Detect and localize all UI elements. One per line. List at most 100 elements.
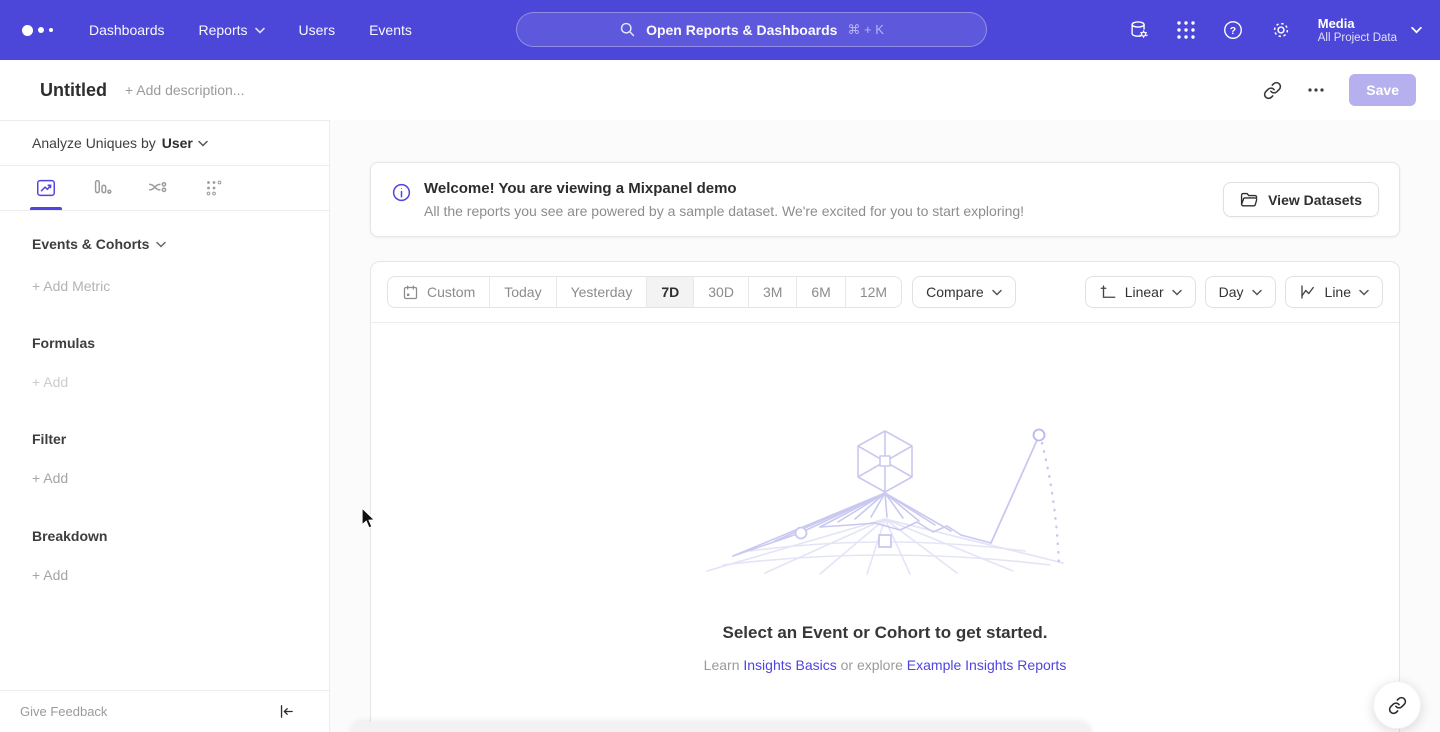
nav-item-dashboards[interactable]: Dashboards bbox=[89, 22, 165, 38]
range-12m[interactable]: 12M bbox=[845, 277, 901, 307]
more-options-icon[interactable] bbox=[1299, 73, 1333, 107]
settings-gear-icon[interactable] bbox=[1270, 19, 1292, 41]
search-icon bbox=[619, 21, 636, 38]
link-icon bbox=[1388, 696, 1407, 715]
chart-type-tabs bbox=[0, 166, 329, 211]
empty-state: Select an Event or Cohort to get started… bbox=[371, 323, 1399, 673]
metric-grid-icon bbox=[203, 177, 225, 199]
add-metric-button[interactable]: + Add Metric bbox=[32, 278, 297, 294]
banner-title: Welcome! You are viewing a Mixpanel demo bbox=[424, 180, 1024, 197]
range-7d[interactable]: 7D bbox=[646, 277, 693, 307]
interval-label: Day bbox=[1219, 284, 1244, 300]
links-prefix: Learn bbox=[704, 657, 740, 673]
banner-subtitle: All the reports you see are powered by a… bbox=[424, 203, 1024, 219]
help-glyph: ? bbox=[1230, 25, 1236, 37]
section-label: Events & Cohorts bbox=[32, 236, 149, 252]
chart-toolbar: Custom Today Yesterday 7D 30D 3M 6M 12M … bbox=[371, 262, 1399, 323]
formulas-heading: Formulas bbox=[32, 335, 297, 351]
analyze-by-dropdown[interactable]: User bbox=[162, 135, 208, 151]
data-management-icon[interactable] bbox=[1128, 19, 1150, 41]
nav-item-label: Reports bbox=[199, 22, 248, 38]
nav-item-users[interactable]: Users bbox=[299, 22, 336, 38]
project-selector[interactable]: Media All Project Data bbox=[1318, 16, 1422, 45]
view-datasets-button[interactable]: View Datasets bbox=[1223, 182, 1379, 217]
tab-metric-grid[interactable] bbox=[198, 166, 230, 210]
chevron-down-icon bbox=[1172, 289, 1182, 296]
info-icon bbox=[391, 182, 412, 208]
nav-item-events[interactable]: Events bbox=[369, 22, 412, 38]
scale-label: Linear bbox=[1125, 284, 1164, 300]
chevron-down-icon bbox=[1359, 289, 1369, 296]
project-scope: All Project Data bbox=[1318, 31, 1397, 45]
insights-basics-link[interactable]: Insights Basics bbox=[743, 657, 836, 673]
chevron-down-icon bbox=[156, 241, 166, 248]
collapse-sidebar-icon[interactable] bbox=[278, 703, 295, 720]
bar-chart-icon bbox=[91, 177, 113, 199]
range-today[interactable]: Today bbox=[489, 277, 555, 307]
range-30d[interactable]: 30D bbox=[693, 277, 748, 307]
example-reports-link[interactable]: Example Insights Reports bbox=[907, 657, 1067, 673]
global-search[interactable]: Open Reports & Dashboards ⌘ + K bbox=[516, 12, 987, 47]
nav-right: ? Media All Project Data bbox=[1128, 0, 1422, 60]
empty-state-links: Learn Insights Basics or explore Example… bbox=[704, 657, 1067, 673]
tab-bar-chart[interactable] bbox=[86, 166, 118, 210]
logo-dot bbox=[38, 27, 44, 33]
nav-item-reports[interactable]: Reports bbox=[199, 22, 265, 38]
tab-line-chart[interactable] bbox=[30, 166, 62, 210]
scale-dropdown[interactable]: Linear bbox=[1085, 276, 1196, 308]
chevron-down-icon bbox=[255, 27, 265, 34]
section-label: Filter bbox=[32, 431, 66, 447]
section-label: Formulas bbox=[32, 335, 95, 351]
banner-text: Welcome! You are viewing a Mixpanel demo… bbox=[424, 180, 1024, 219]
linear-scale-icon bbox=[1099, 283, 1117, 301]
add-breakdown-button[interactable]: + Add bbox=[32, 567, 297, 583]
tab-flow-chart[interactable] bbox=[142, 166, 174, 210]
view-datasets-label: View Datasets bbox=[1268, 192, 1362, 208]
insights-report-card: Custom Today Yesterday 7D 30D 3M 6M 12M … bbox=[370, 261, 1400, 732]
report-header: Untitled + Add description... Save bbox=[0, 60, 1440, 120]
mixpanel-logo[interactable] bbox=[22, 25, 53, 36]
filter-heading: Filter bbox=[32, 431, 297, 447]
chevron-down-icon bbox=[1252, 289, 1262, 296]
chevron-down-icon bbox=[198, 140, 208, 147]
add-formula-button[interactable]: + Add bbox=[32, 374, 297, 390]
range-6m[interactable]: 6M bbox=[796, 277, 844, 307]
empty-state-title: Select an Event or Cohort to get started… bbox=[723, 623, 1048, 643]
chart-type-dropdown[interactable]: Line bbox=[1285, 276, 1383, 308]
save-button[interactable]: Save bbox=[1349, 74, 1416, 106]
project-name: Media bbox=[1318, 16, 1397, 31]
calendar-icon bbox=[402, 284, 419, 301]
help-icon[interactable]: ? bbox=[1222, 19, 1244, 41]
range-3m[interactable]: 3M bbox=[748, 277, 796, 307]
range-label: Custom bbox=[427, 284, 475, 300]
nav-item-label: Dashboards bbox=[89, 22, 165, 38]
interval-dropdown[interactable]: Day bbox=[1205, 276, 1276, 308]
links-middle: or explore bbox=[841, 657, 903, 673]
share-link-fab[interactable] bbox=[1373, 681, 1421, 729]
toolbar-left: Custom Today Yesterday 7D 30D 3M 6M 12M … bbox=[387, 276, 1016, 308]
chart-type-label: Line bbox=[1325, 284, 1351, 300]
compare-label: Compare bbox=[926, 284, 984, 300]
demo-banner: Welcome! You are viewing a Mixpanel demo… bbox=[370, 162, 1400, 237]
empty-state-illustration bbox=[695, 423, 1075, 575]
analyze-row: Analyze Uniques by User bbox=[0, 121, 329, 166]
toolbar-right: Linear Day Line bbox=[1085, 276, 1383, 308]
events-cohorts-heading[interactable]: Events & Cohorts bbox=[32, 236, 297, 252]
query-builder-sidebar: Analyze Uniques by User bbox=[0, 120, 330, 732]
add-filter-button[interactable]: + Add bbox=[32, 470, 297, 486]
report-title[interactable]: Untitled bbox=[40, 80, 107, 101]
nav-item-label: Events bbox=[369, 22, 412, 38]
give-feedback-link[interactable]: Give Feedback bbox=[20, 704, 107, 719]
report-header-actions: Save bbox=[1255, 73, 1416, 107]
compare-button[interactable]: Compare bbox=[912, 276, 1016, 308]
copy-link-icon[interactable] bbox=[1255, 73, 1289, 107]
analyze-label: Analyze Uniques by bbox=[32, 135, 156, 151]
range-custom[interactable]: Custom bbox=[388, 277, 489, 307]
apps-grid-icon[interactable] bbox=[1176, 20, 1196, 40]
nav-item-label: Users bbox=[299, 22, 336, 38]
logo-dot bbox=[49, 28, 53, 32]
report-description-input[interactable]: + Add description... bbox=[125, 82, 244, 98]
line-type-icon bbox=[1299, 283, 1317, 301]
range-yesterday[interactable]: Yesterday bbox=[556, 277, 647, 307]
analyze-value: User bbox=[162, 135, 193, 151]
